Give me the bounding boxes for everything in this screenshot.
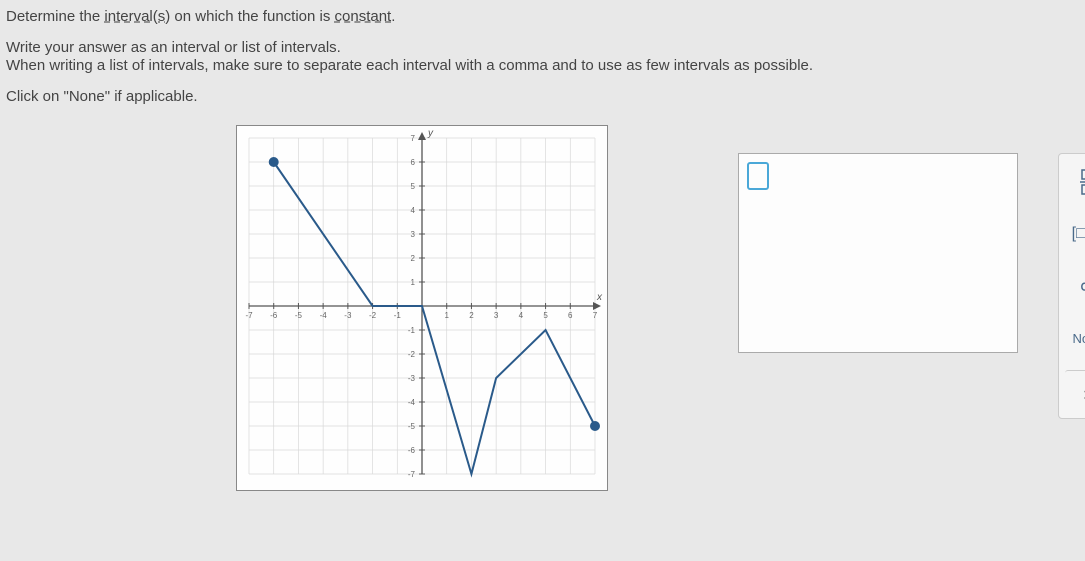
svg-text:4: 4: [411, 206, 416, 215]
svg-text:-2: -2: [369, 311, 377, 320]
svg-text:1: 1: [444, 311, 449, 320]
svg-text:2: 2: [411, 254, 416, 263]
instruction-line-1: Determine the interval(s) on which the f…: [6, 8, 1085, 25]
instruction-line-3: When writing a list of intervals, make s…: [6, 57, 1085, 74]
svg-text:-4: -4: [408, 398, 416, 407]
svg-text:-5: -5: [408, 422, 416, 431]
svg-text:6: 6: [568, 311, 573, 320]
svg-text:-5: -5: [295, 311, 303, 320]
symbol-toolbox: [□,□] ∞ None ×: [1058, 153, 1085, 419]
fraction-tool[interactable]: [1065, 162, 1085, 202]
svg-text:-4: -4: [320, 311, 328, 320]
underline-constant: constant: [335, 8, 392, 25]
svg-text:-7: -7: [408, 470, 416, 479]
svg-text:1: 1: [411, 278, 416, 287]
svg-text:3: 3: [494, 311, 499, 320]
svg-text:4: 4: [519, 311, 524, 320]
svg-text:-1: -1: [408, 326, 416, 335]
answer-input-box[interactable]: [738, 153, 1018, 353]
svg-text:-7: -7: [245, 311, 253, 320]
svg-text:-6: -6: [270, 311, 278, 320]
svg-text:6: 6: [411, 158, 416, 167]
svg-text:-1: -1: [394, 311, 402, 320]
svg-text:5: 5: [411, 182, 416, 191]
instruction-line-4: Click on "None" if applicable.: [6, 88, 1085, 105]
answer-placeholder-chip[interactable]: [747, 162, 769, 190]
text-frag: Determine the: [6, 8, 104, 25]
svg-text:-2: -2: [408, 350, 416, 359]
underline-intervals: interval(s): [104, 8, 170, 25]
svg-text:5: 5: [543, 311, 548, 320]
infinity-tool[interactable]: ∞: [1065, 266, 1085, 306]
svg-text:y: y: [427, 128, 434, 139]
svg-text:7: 7: [411, 134, 416, 143]
text-frag: on which the function is: [170, 8, 334, 25]
svg-text:2: 2: [469, 311, 474, 320]
svg-text:3: 3: [411, 230, 416, 239]
svg-text:-3: -3: [408, 374, 416, 383]
instruction-line-2: Write your answer as an interval or list…: [6, 39, 1085, 56]
svg-text:-6: -6: [408, 446, 416, 455]
clear-tool[interactable]: ×: [1065, 370, 1085, 410]
interval-tool[interactable]: [□,□]: [1065, 214, 1085, 254]
svg-text:x: x: [596, 292, 603, 303]
svg-text:-3: -3: [344, 311, 352, 320]
function-graph: -7 -6 -5 -4 -3 -2 -1 1 2 3 4 5 6 7 -7 -6 -5 -4 -3 -2 -1 1 2 3 4 5…: [236, 125, 608, 491]
text-frag: .: [391, 8, 395, 25]
none-tool[interactable]: None: [1065, 318, 1085, 358]
svg-text:7: 7: [593, 311, 598, 320]
